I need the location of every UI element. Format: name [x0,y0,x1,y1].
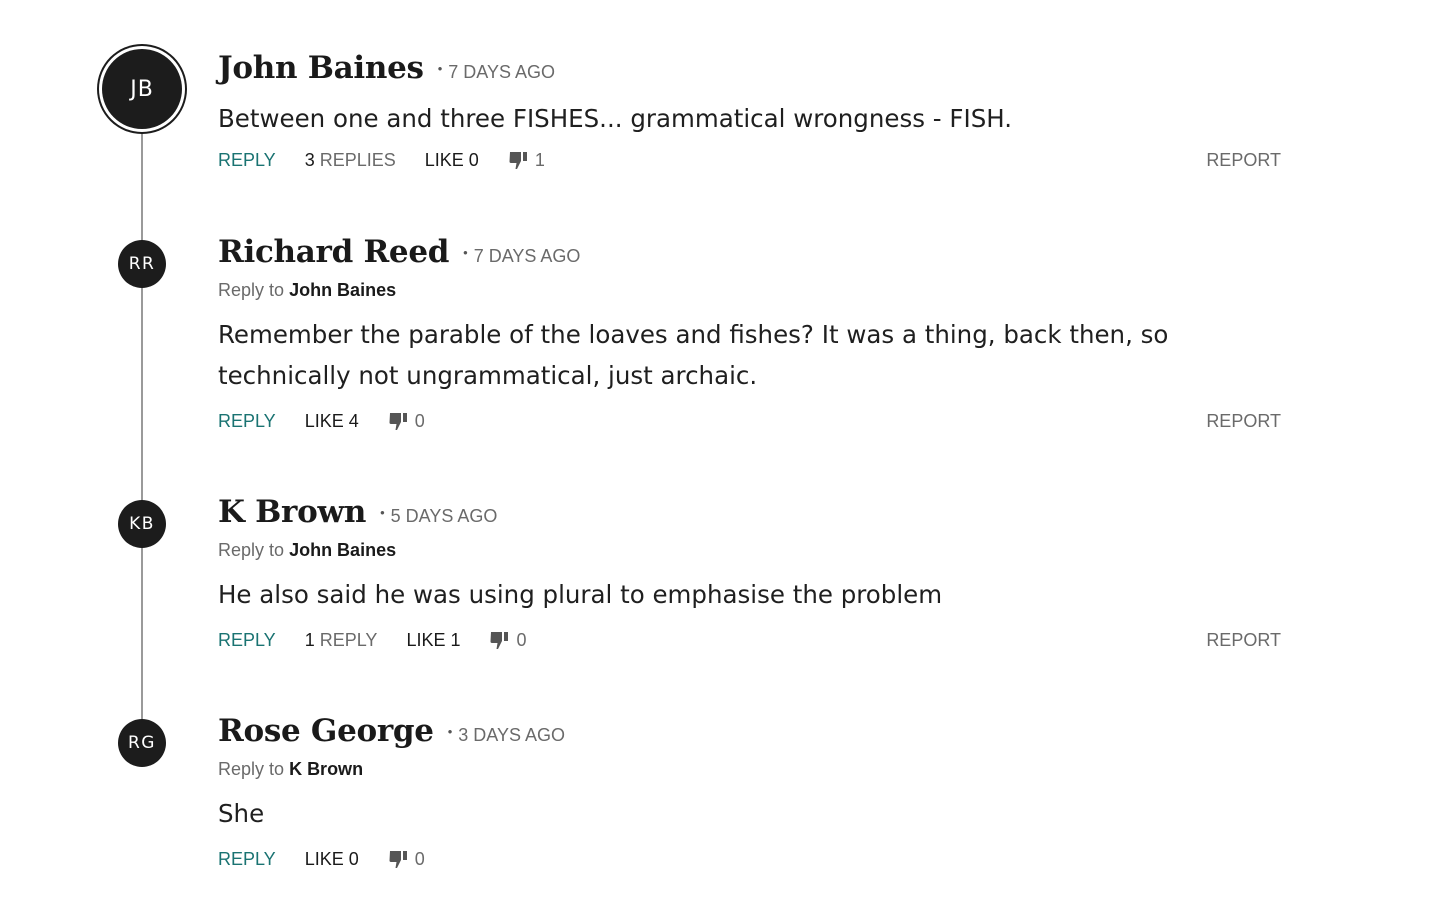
replies-toggle[interactable]: 3 REPLIES [305,150,396,171]
thumbs-down-icon [490,632,509,649]
comment-author[interactable]: Rose George [218,713,434,749]
comment-john-baines: John Baines • 7 DAYS AGO Between one and… [218,50,1281,173]
comment-actions: REPLY LIKE 0 0 [218,846,1281,872]
reply-button[interactable]: REPLY [218,630,276,651]
avatar[interactable]: RR [118,240,166,288]
replies-label: REPLIES [319,149,396,170]
reply-button[interactable]: REPLY [218,411,276,432]
dislike-count: 0 [516,629,527,650]
comment-actions: REPLY LIKE 4 0 REPORT [218,408,1281,434]
comment-timestamp: 3 DAYS AGO [458,725,565,745]
comment-header: Rose George • 3 DAYS AGO [218,713,1281,753]
comment-body: She [218,799,265,828]
separator-dot: • [463,245,468,260]
comment-actions: REPLY 1 REPLY LIKE 1 0 REPORT [218,627,1281,653]
avatar[interactable]: JB [102,49,182,129]
separator-dot: • [437,61,443,76]
like-button[interactable]: LIKE 0 [305,849,359,870]
separator-dot: • [447,724,453,739]
avatar[interactable]: RG [118,719,166,767]
reply-to-line: Reply to K Brown [218,759,1281,783]
like-button[interactable]: LIKE 1 [406,630,460,651]
separator-dot: • [380,505,385,520]
reply-to-author[interactable]: John Baines [289,280,396,300]
dislike-button[interactable]: 1 [508,150,545,171]
thread-connector-line [141,90,143,745]
comment-author[interactable]: Richard Reed [218,234,449,270]
thumbs-down-icon [389,413,407,430]
comment-body: He also said he was using plural to emph… [218,580,943,609]
comment-rose-george: Rose George • 3 DAYS AGO Reply to K Brow… [218,713,1281,872]
dislike-button[interactable]: 0 [388,849,425,870]
comment-timestamp: 5 DAYS AGO [390,506,498,526]
comment-header: K Brown • 5 DAYS AGO [218,494,1281,534]
reply-to-line: Reply to John Baines [218,540,1281,564]
like-button[interactable]: LIKE 0 [425,150,479,171]
comment-author[interactable]: John Baines [218,50,424,86]
comment-body: Between one and three FISHES... grammati… [218,104,1013,133]
comment-timestamp: 7 DAYS AGO [473,246,581,266]
reply-button[interactable]: REPLY [218,150,276,171]
report-button[interactable]: REPORT [1206,411,1281,432]
comment-richard-reed: Richard Reed • 7 DAYS AGO Reply to John … [218,234,1281,434]
replies-toggle[interactable]: 1 REPLY [305,630,378,651]
replies-count: 3 [304,149,315,170]
reply-to-author[interactable]: K Brown [289,759,363,779]
reply-to-line: Reply to John Baines [218,280,1281,304]
reply-to-prefix: Reply to [218,280,285,300]
reply-to-author[interactable]: John Baines [289,540,396,560]
report-button[interactable]: REPORT [1206,150,1281,171]
dislike-count: 1 [534,149,545,170]
dislike-button[interactable]: 0 [489,629,527,651]
reply-button[interactable]: REPLY [218,849,276,870]
report-button[interactable]: REPORT [1206,630,1281,651]
replies-count: 1 [304,629,315,650]
thumbs-down-icon [509,152,527,169]
reply-to-prefix: Reply to [218,540,285,560]
comment-k-brown: K Brown • 5 DAYS AGO Reply to John Baine… [218,494,1281,653]
comment-author[interactable]: K Brown [218,494,366,530]
replies-label: REPLY [319,629,378,650]
dislike-count: 0 [414,410,425,431]
comment-header: John Baines • 7 DAYS AGO [218,50,1281,90]
comment-thread: JB John Baines • 7 DAYS AGO Between one … [0,0,1456,904]
comment-timestamp: 7 DAYS AGO [448,62,555,82]
comment-header: Richard Reed • 7 DAYS AGO [218,234,1281,274]
dislike-button[interactable]: 0 [388,411,425,432]
like-button[interactable]: LIKE 4 [305,411,359,432]
thumbs-down-icon [389,851,407,868]
reply-to-prefix: Reply to [218,759,285,779]
avatar[interactable]: KB [118,500,166,548]
comment-body: Remember the parable of the loaves and f… [218,320,1169,390]
dislike-count: 0 [414,848,425,869]
comment-actions: REPLY 3 REPLIES LIKE 0 1 REPORT [218,147,1281,173]
